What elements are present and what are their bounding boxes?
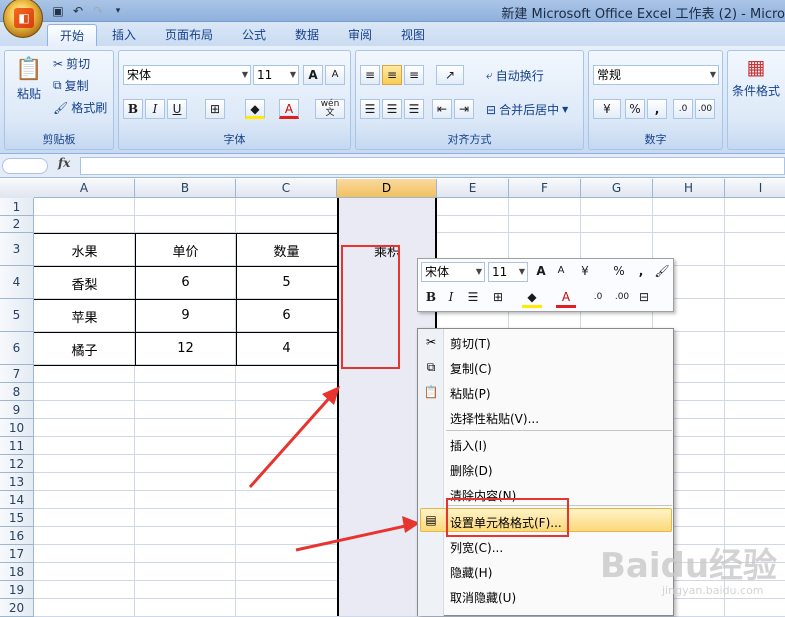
mini-merge-icon[interactable]: ⊟ xyxy=(634,288,654,308)
menu-item-unhide[interactable]: 取消隐藏(U) xyxy=(450,589,516,606)
menu-item-insert[interactable]: 插入(I) xyxy=(450,437,487,454)
mini-currency-icon[interactable]: ¥ xyxy=(575,262,595,282)
format-cells-icon: ▤ xyxy=(425,513,437,527)
menu-item-paste-special[interactable]: 选择性粘贴(V)... xyxy=(450,410,539,427)
watermark-url: jingyan.baidu.com xyxy=(662,584,764,597)
mini-percent-button[interactable]: % xyxy=(609,262,629,282)
mini-font-color-button[interactable]: A xyxy=(556,288,576,308)
menu-item-column-width[interactable]: 列宽(C)... xyxy=(450,539,503,556)
chevron-down-icon: ▼ xyxy=(518,267,525,276)
menu-separator xyxy=(446,430,672,431)
mini-decrease-decimal-button[interactable]: .00 xyxy=(612,288,632,308)
mini-border-icon[interactable]: ⊞ xyxy=(488,288,508,308)
arrow-to-column-icon xyxy=(248,386,340,488)
office-logo-icon: ◧ xyxy=(14,8,34,28)
mini-shrink-font-icon[interactable]: A xyxy=(551,262,571,282)
watermark-brand: Baidu经验 xyxy=(600,546,778,586)
menu-item-paste[interactable]: 粘贴(P) xyxy=(450,385,491,402)
mini-size-combo[interactable]: 11 ▼ xyxy=(488,262,528,282)
chevron-down-icon: ▼ xyxy=(475,267,482,276)
menu-item-hide[interactable]: 隐藏(H) xyxy=(450,564,492,581)
mini-format-painter-icon[interactable]: 🖌 xyxy=(652,262,672,282)
mini-center-icon[interactable]: ☰ xyxy=(463,288,483,308)
paste-icon: 📋 xyxy=(423,385,439,399)
mini-toolbar: 宋体 ▼ 11 ▼ A A ¥ % , 🖌 B I ☰ ⊞ ◆ A .0 .00 ⊟ xyxy=(417,258,674,312)
mini-increase-decimal-button[interactable]: .0 xyxy=(588,288,608,308)
mini-font-combo[interactable]: 宋体 ▼ xyxy=(421,262,485,282)
mini-comma-button[interactable]: , xyxy=(631,262,651,282)
menu-item-copy[interactable]: 复制(C) xyxy=(450,360,492,377)
mini-grow-font-icon[interactable]: A xyxy=(531,262,551,282)
annotation-box-format-cells xyxy=(446,498,569,537)
menu-item-delete[interactable]: 删除(D) xyxy=(450,462,493,479)
scissors-icon: ✂ xyxy=(425,335,437,349)
arrow-to-menu-icon xyxy=(295,516,420,552)
mini-fill-color-icon[interactable]: ◆ xyxy=(522,288,542,308)
mini-bold-button[interactable]: B xyxy=(421,288,441,308)
mini-italic-button[interactable]: I xyxy=(441,288,461,308)
copy-icon: ⧉ xyxy=(426,360,436,374)
menu-item-cut[interactable]: 剪切(T) xyxy=(450,335,491,352)
